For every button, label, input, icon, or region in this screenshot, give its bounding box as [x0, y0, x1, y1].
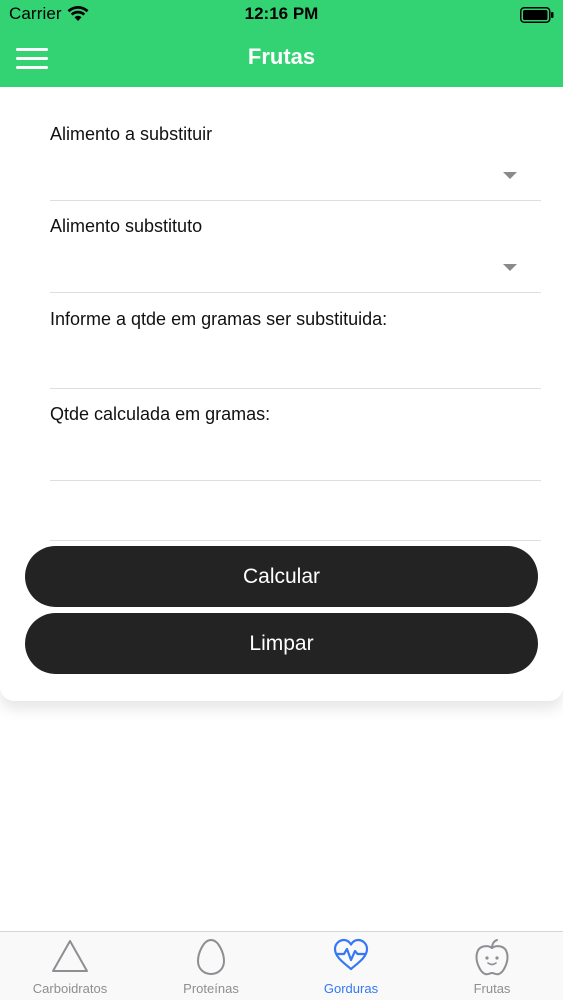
page-title: Frutas — [247, 44, 316, 69]
calculated-grams-field: Qtde calculada em gramas: — [50, 404, 541, 481]
header: Carrier 12:16 PM Frutas — [0, 0, 563, 87]
app-screen: Carrier 12:16 PM Frutas Alimento a subst… — [0, 0, 563, 1000]
status-time: 12:16 PM — [244, 4, 319, 23]
clear-button[interactable]: Limpar — [25, 613, 538, 674]
food-to-replace-label: Alimento a substituir — [50, 124, 213, 144]
separator-line — [50, 481, 541, 541]
tab-label: Frutas — [473, 981, 511, 996]
triangle-icon — [52, 940, 88, 972]
tab-bar: Carboidratos Proteínas Gorduras Frutas — [0, 931, 563, 1000]
apple-icon — [475, 939, 509, 976]
tab-proteinas[interactable]: Proteínas — [141, 932, 281, 1000]
calculate-button[interactable]: Calcular — [25, 546, 538, 607]
grams-to-replace-field[interactable]: Informe a qtde em gramas ser substituida… — [50, 309, 541, 389]
tab-gorduras[interactable]: Gorduras — [281, 932, 421, 1000]
calculated-grams-label: Qtde calculada em gramas: — [50, 404, 271, 424]
tab-label: Carboidratos — [32, 981, 108, 996]
food-to-replace-picker[interactable]: Alimento a substituir — [50, 124, 541, 201]
tab-label: Gorduras — [323, 981, 379, 996]
tab-frutas[interactable]: Frutas — [422, 932, 562, 1000]
substitute-food-label: Alimento substituto — [50, 216, 203, 236]
navigation-bar: Frutas — [0, 30, 563, 87]
chevron-down-icon[interactable] — [503, 172, 517, 179]
battery-icon — [520, 7, 554, 23]
form-card: Alimento a substituir Alimento substitut… — [0, 87, 563, 701]
tab-carboidratos[interactable]: Carboidratos — [0, 932, 140, 1000]
grams-to-replace-label: Informe a qtde em gramas ser substituida… — [50, 309, 388, 329]
tab-label: Proteínas — [183, 981, 239, 996]
status-bar: Carrier 12:16 PM — [0, 0, 563, 30]
substitute-food-picker[interactable]: Alimento substituto — [50, 216, 541, 293]
chevron-down-icon[interactable] — [503, 264, 517, 271]
heart-pulse-icon — [333, 938, 369, 971]
egg-icon — [196, 938, 226, 976]
